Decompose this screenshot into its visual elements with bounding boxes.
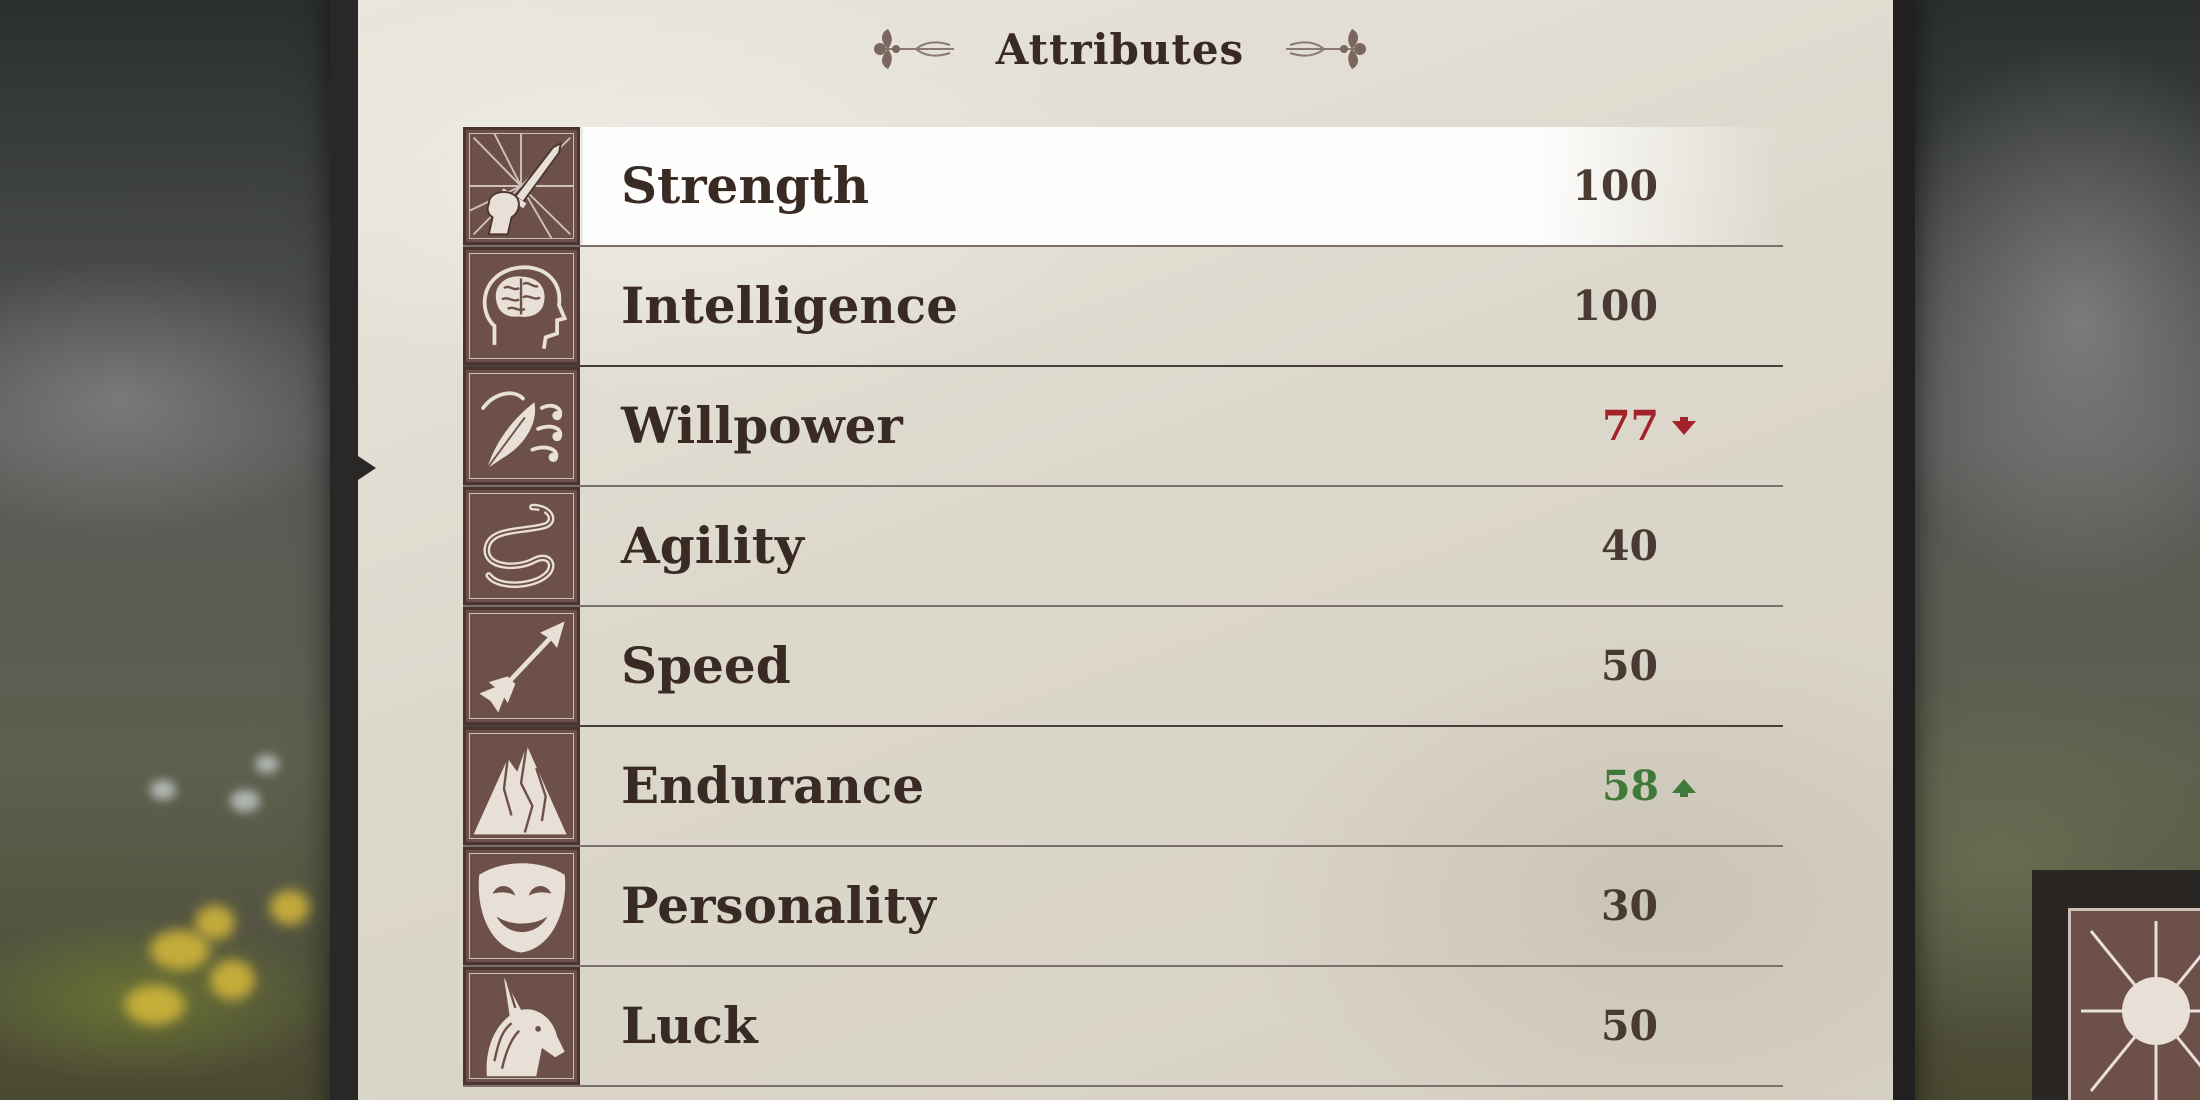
attribute-value: 100: [1572, 282, 1658, 330]
attribute-list: Strength 100 Intelligence 100 Willpower …: [463, 127, 1783, 1087]
right-flourish-icon: [1284, 19, 1374, 79]
attribute-label: Luck: [621, 996, 758, 1055]
attribute-row-luck[interactable]: Luck 50: [463, 967, 1783, 1087]
attribute-label: Strength: [621, 156, 870, 215]
theatre-mask-icon: [463, 847, 580, 965]
white-flower: [255, 755, 279, 773]
panel-header: Attributes: [870, 16, 1370, 82]
attribute-row-agility[interactable]: Agility 40: [463, 487, 1783, 607]
quill-wind-icon: [463, 367, 580, 485]
game-screen: Attributes Strength 100 Intelligence 100…: [0, 0, 2200, 1100]
attribute-label: Willpower: [621, 396, 903, 455]
yellow-flower: [210, 960, 255, 1000]
panel-notch: [352, 452, 376, 484]
increase-arrow-icon: [1670, 777, 1698, 797]
panel-title: Attributes: [995, 24, 1245, 74]
attribute-label: Endurance: [621, 756, 925, 815]
card-emblem-icon: [2068, 908, 2200, 1100]
sword-fist-icon: [463, 127, 580, 245]
attribute-value: 30: [1600, 882, 1658, 930]
left-flourish-icon: [866, 19, 956, 79]
attribute-value: 77: [1601, 402, 1659, 450]
attribute-row-personality[interactable]: Personality 30: [463, 847, 1783, 967]
white-flower: [230, 790, 260, 812]
attribute-value: 50: [1600, 642, 1658, 690]
decrease-arrow-icon: [1670, 417, 1698, 437]
serpent-icon: [463, 487, 580, 605]
attribute-value: 50: [1600, 1002, 1658, 1050]
corner-card[interactable]: [2032, 870, 2200, 1100]
yellow-flower: [270, 890, 310, 925]
attribute-label: Speed: [621, 636, 791, 695]
attribute-label: Agility: [621, 516, 804, 575]
yellow-flower: [125, 985, 185, 1025]
attribute-label: Personality: [621, 876, 936, 935]
unicorn-icon: [463, 967, 580, 1085]
yellow-flower: [150, 930, 210, 970]
attribute-value: 58: [1601, 762, 1659, 810]
attribute-row-endurance[interactable]: Endurance 58: [463, 727, 1783, 847]
attribute-label: Intelligence: [621, 276, 959, 335]
white-flower: [150, 780, 176, 800]
arrow-icon: [463, 607, 580, 725]
attribute-row-speed[interactable]: Speed 50: [463, 607, 1783, 727]
yellow-flower: [195, 905, 235, 940]
attribute-row-willpower[interactable]: Willpower 77: [463, 367, 1783, 487]
attribute-row-strength[interactable]: Strength 100: [463, 127, 1783, 247]
attribute-value: 40: [1600, 522, 1658, 570]
attribute-value: 100: [1572, 162, 1658, 210]
attribute-row-intelligence[interactable]: Intelligence 100: [463, 247, 1783, 367]
brain-head-icon: [463, 247, 580, 365]
mountain-icon: [463, 727, 580, 845]
